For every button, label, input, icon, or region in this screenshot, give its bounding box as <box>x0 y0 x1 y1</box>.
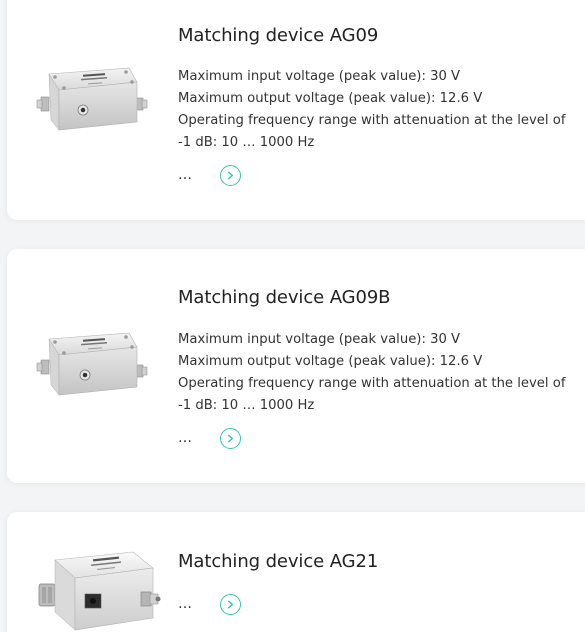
spec-line: Maximum output voltage (peak value): 12.… <box>178 354 483 369</box>
product-card: Matching device AG09B Maximum input volt… <box>7 249 585 483</box>
product-image[interactable] <box>37 542 162 632</box>
spec-line: Maximum input voltage (peak value): 30 V <box>178 69 461 84</box>
product-title[interactable]: Matching device AG09B <box>178 287 391 308</box>
more-ellipsis: … <box>178 596 192 612</box>
more-ellipsis: … <box>178 167 192 183</box>
details-button[interactable] <box>220 593 241 615</box>
product-card: Matching device AG09 Maximum input volta… <box>7 0 585 220</box>
spec-line: Maximum output voltage (peak value): 12.… <box>178 91 483 106</box>
more-row: … <box>178 593 241 615</box>
details-button[interactable] <box>220 427 241 449</box>
product-image[interactable] <box>33 64 151 152</box>
more-row: … <box>178 427 241 449</box>
spec-line: Maximum input voltage (peak value): 30 V <box>178 332 461 347</box>
spec-line: -1 dB: 10 … 1000 Hz <box>178 135 315 150</box>
product-specs: Maximum input voltage (peak value): 30 V… <box>178 329 566 417</box>
details-button[interactable] <box>220 164 241 186</box>
product-image[interactable] <box>33 329 151 417</box>
chevron-right-icon <box>227 434 234 442</box>
product-title[interactable]: Matching device AG09 <box>178 25 378 46</box>
product-specs: Maximum input voltage (peak value): 30 V… <box>178 66 566 154</box>
product-title[interactable]: Matching device AG21 <box>178 551 378 572</box>
product-list: Matching device AG09 Maximum input volta… <box>0 0 585 632</box>
matching-device-image <box>36 67 148 131</box>
more-row: … <box>178 164 241 186</box>
spec-line: Operating frequency range with attenuati… <box>178 376 566 391</box>
spec-line: -1 dB: 10 … 1000 Hz <box>178 398 315 413</box>
chevron-right-icon <box>227 171 234 179</box>
chevron-right-icon <box>227 600 234 608</box>
matching-device-image <box>36 332 148 396</box>
matching-device-image <box>38 551 161 631</box>
more-ellipsis: … <box>178 430 192 446</box>
spec-line: Operating frequency range with attenuati… <box>178 113 566 128</box>
product-card: Matching device AG21 … <box>7 512 585 632</box>
